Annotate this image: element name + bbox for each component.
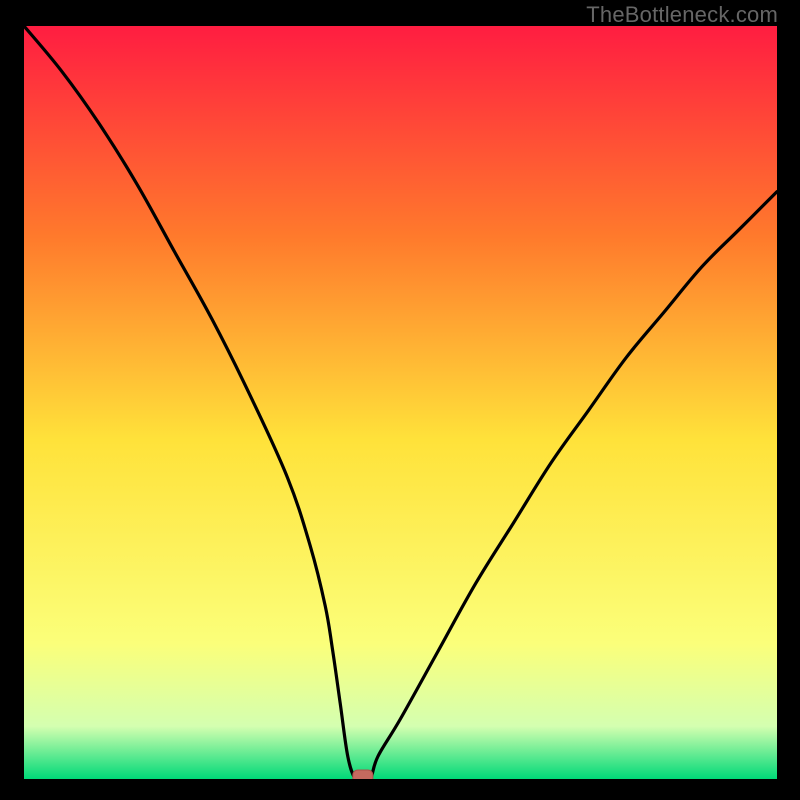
gradient-background (24, 26, 777, 779)
chart-svg (24, 26, 777, 779)
watermark-text: TheBottleneck.com (586, 2, 778, 28)
optimum-marker (353, 770, 373, 779)
plot-area (24, 26, 777, 779)
chart-frame: TheBottleneck.com (0, 0, 800, 800)
